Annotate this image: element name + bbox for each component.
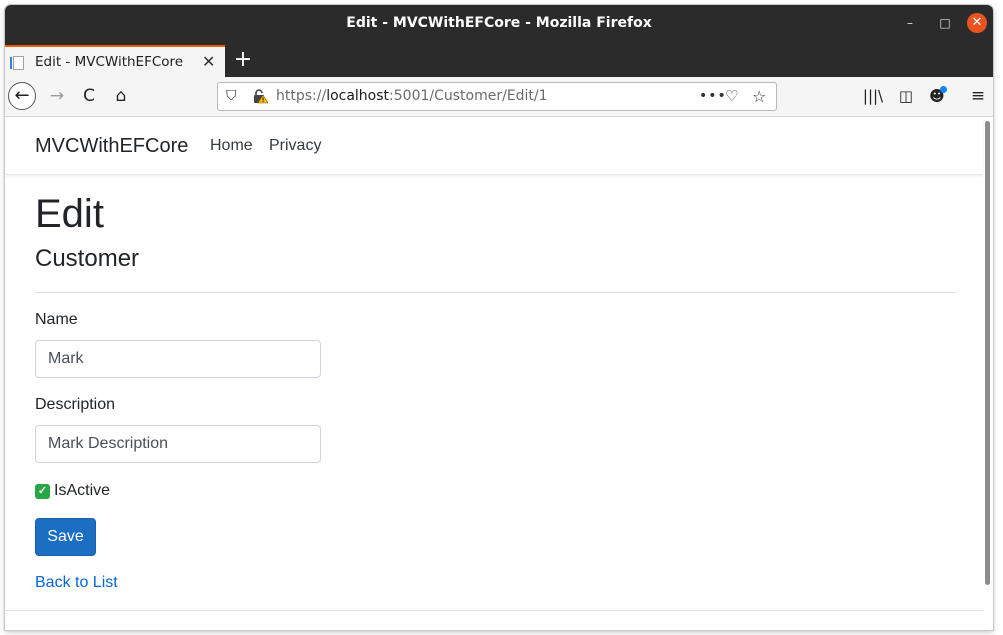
isactive-label[interactable]: IsActive	[54, 481, 110, 501]
page-actions-icon[interactable]: •••	[699, 83, 727, 110]
pocket-icon[interactable]: ♡	[725, 83, 738, 110]
tracking-protection-icon[interactable]: ⛉	[226, 83, 237, 110]
minimize-button[interactable]: –	[900, 13, 920, 33]
insecure-lock-icon[interactable]	[252, 88, 268, 104]
hamburger-menu-icon[interactable]: ≡	[967, 82, 989, 110]
home-button[interactable]: ⌂	[109, 82, 133, 110]
footer-divider	[5, 610, 983, 611]
close-window-button[interactable]: ✕	[967, 13, 987, 33]
page-content: MVCWithEFCore Home Privacy Edit Customer…	[5, 117, 993, 630]
nav-link-privacy[interactable]: Privacy	[269, 117, 321, 175]
back-button[interactable]: ←	[8, 82, 36, 110]
tab-title: Edit - MVCWithEFCore	[35, 54, 184, 70]
maximize-button[interactable]: □	[935, 13, 955, 33]
window-titlebar: Edit - MVCWithEFCore - Mozilla Firefox –…	[5, 5, 993, 42]
browser-toolbar: ← → C ⌂ ⛉ https://localhost:5001/Custome…	[5, 77, 993, 117]
close-tab-icon[interactable]: ✕	[202, 47, 215, 77]
notification-dot	[940, 86, 947, 93]
new-tab-button[interactable]: +	[232, 42, 254, 77]
back-to-list-link[interactable]: Back to List	[35, 573, 118, 593]
forward-button[interactable]: →	[45, 82, 69, 110]
reload-button[interactable]: C	[77, 82, 101, 110]
page-favicon-icon	[10, 56, 24, 70]
page-title: Edit	[35, 192, 104, 236]
site-brand-link[interactable]: MVCWithEFCore	[35, 117, 188, 175]
save-button[interactable]: Save	[35, 518, 96, 556]
bookmark-star-icon[interactable]: ☆	[752, 83, 766, 110]
url-host: localhost	[326, 88, 390, 104]
url-path: :5001/Customer/Edit/1	[389, 88, 548, 104]
url-text[interactable]: https://localhost:5001/Customer/Edit/1	[276, 83, 548, 110]
page-scrollbar[interactable]	[985, 121, 990, 585]
site-navbar: MVCWithEFCore Home Privacy	[5, 117, 983, 175]
name-input[interactable]	[35, 340, 321, 378]
window-title: Edit - MVCWithEFCore - Mozilla Firefox	[346, 15, 652, 31]
browser-window: Edit - MVCWithEFCore - Mozilla Firefox –…	[5, 5, 993, 630]
url-bar[interactable]: ⛉ https://localhost:5001/Customer/Edit/1…	[217, 82, 777, 111]
name-label: Name	[35, 311, 78, 328]
description-label: Description	[35, 396, 116, 413]
page-subtitle: Customer	[35, 245, 140, 272]
tab-edit-mvcwithefcore[interactable]: Edit - MVCWithEFCore ✕	[5, 45, 225, 77]
isactive-checkbox[interactable]: ✓	[35, 484, 50, 499]
nav-link-home[interactable]: Home	[210, 117, 253, 175]
divider	[35, 292, 955, 293]
library-icon[interactable]: |||\	[862, 82, 884, 110]
account-icon[interactable]: ☻	[926, 82, 948, 110]
tab-bar: Edit - MVCWithEFCore ✕ +	[5, 42, 993, 77]
description-input[interactable]	[35, 425, 321, 463]
url-protocol: https://	[276, 88, 327, 104]
sidebar-icon[interactable]: ◫	[895, 82, 917, 110]
